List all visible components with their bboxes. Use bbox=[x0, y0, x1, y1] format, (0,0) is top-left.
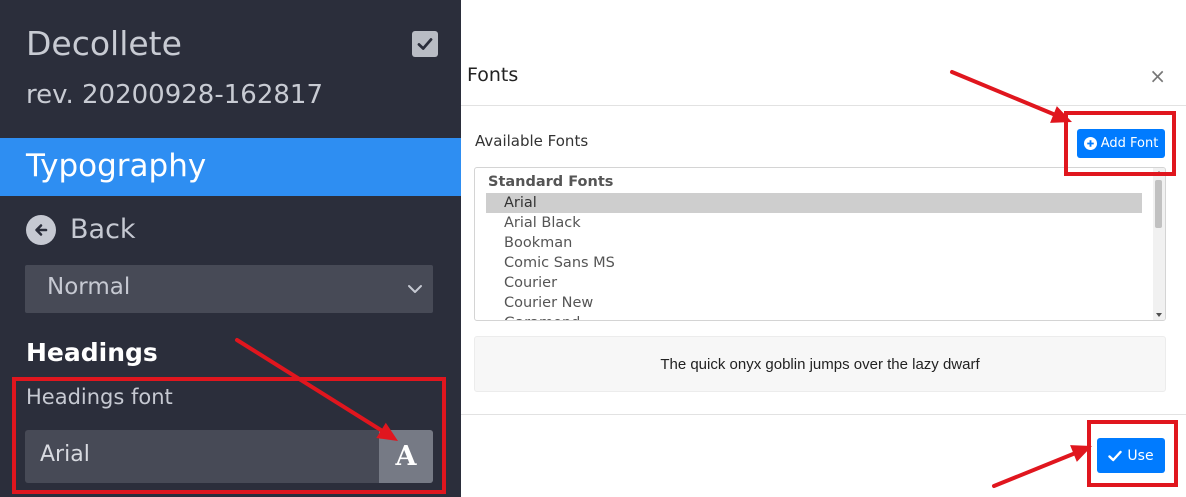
font-option[interactable]: Courier bbox=[486, 273, 1142, 293]
back-label: Back bbox=[70, 214, 136, 245]
font-preview: The quick onyx goblin jumps over the laz… bbox=[474, 336, 1166, 392]
back-button[interactable]: Back bbox=[26, 214, 136, 245]
style-select[interactable]: Normal bbox=[25, 265, 433, 313]
available-fonts-label: Available Fonts bbox=[475, 132, 589, 150]
font-option[interactable]: Arial bbox=[486, 193, 1142, 213]
modal-title: Fonts bbox=[467, 64, 519, 86]
add-font-button[interactable]: Add Font bbox=[1077, 129, 1165, 158]
divider bbox=[461, 105, 1186, 106]
headings-font-field[interactable]: Arial A bbox=[25, 430, 433, 483]
add-font-label: Add Font bbox=[1100, 136, 1159, 151]
font-option[interactable]: Bookman bbox=[486, 233, 1142, 253]
check-icon bbox=[1108, 450, 1123, 461]
font-options: Arial Arial Black Bookman Comic Sans MS Cour… bbox=[486, 193, 1142, 320]
fonts-modal: Fonts × Available Fonts Add Font Standar… bbox=[461, 0, 1186, 497]
use-button[interactable]: Use bbox=[1097, 438, 1165, 473]
plus-circle-icon bbox=[1083, 137, 1097, 150]
scrollbar[interactable] bbox=[1153, 168, 1165, 320]
font-option[interactable]: Garamond bbox=[486, 313, 1142, 320]
headings-font-label: Headings font bbox=[26, 385, 173, 409]
section-header-typography: Typography bbox=[0, 138, 461, 196]
use-label: Use bbox=[1127, 447, 1154, 464]
scroll-down-icon[interactable] bbox=[1156, 313, 1162, 317]
font-picker-button[interactable]: A bbox=[379, 430, 433, 483]
site-title: Decollete bbox=[26, 24, 182, 63]
chevron-down-icon bbox=[408, 285, 422, 293]
headings-font-value: Arial bbox=[40, 442, 90, 467]
close-icon[interactable]: × bbox=[1149, 64, 1166, 88]
font-option[interactable]: Comic Sans MS bbox=[486, 253, 1142, 273]
checkbox-icon[interactable] bbox=[412, 31, 438, 57]
divider bbox=[461, 414, 1186, 415]
scroll-thumb[interactable] bbox=[1155, 180, 1162, 228]
sidebar: Decollete rev. 20200928-162817 Typograph… bbox=[0, 0, 461, 497]
font-icon: A bbox=[395, 441, 417, 472]
arrow-left-circle-icon bbox=[26, 214, 56, 245]
section-title: Typography bbox=[26, 148, 207, 184]
headings-title: Headings bbox=[26, 338, 158, 367]
font-listbox[interactable]: Standard Fonts Arial Arial Black Bookman Co… bbox=[474, 167, 1166, 321]
scroll-up-icon[interactable] bbox=[1156, 171, 1162, 175]
font-option[interactable]: Courier New bbox=[486, 293, 1142, 313]
style-select-value: Normal bbox=[47, 274, 131, 300]
font-option[interactable]: Arial Black bbox=[486, 213, 1142, 233]
site-revision: rev. 20200928-162817 bbox=[26, 80, 323, 110]
font-group-label: Standard Fonts bbox=[488, 174, 614, 190]
